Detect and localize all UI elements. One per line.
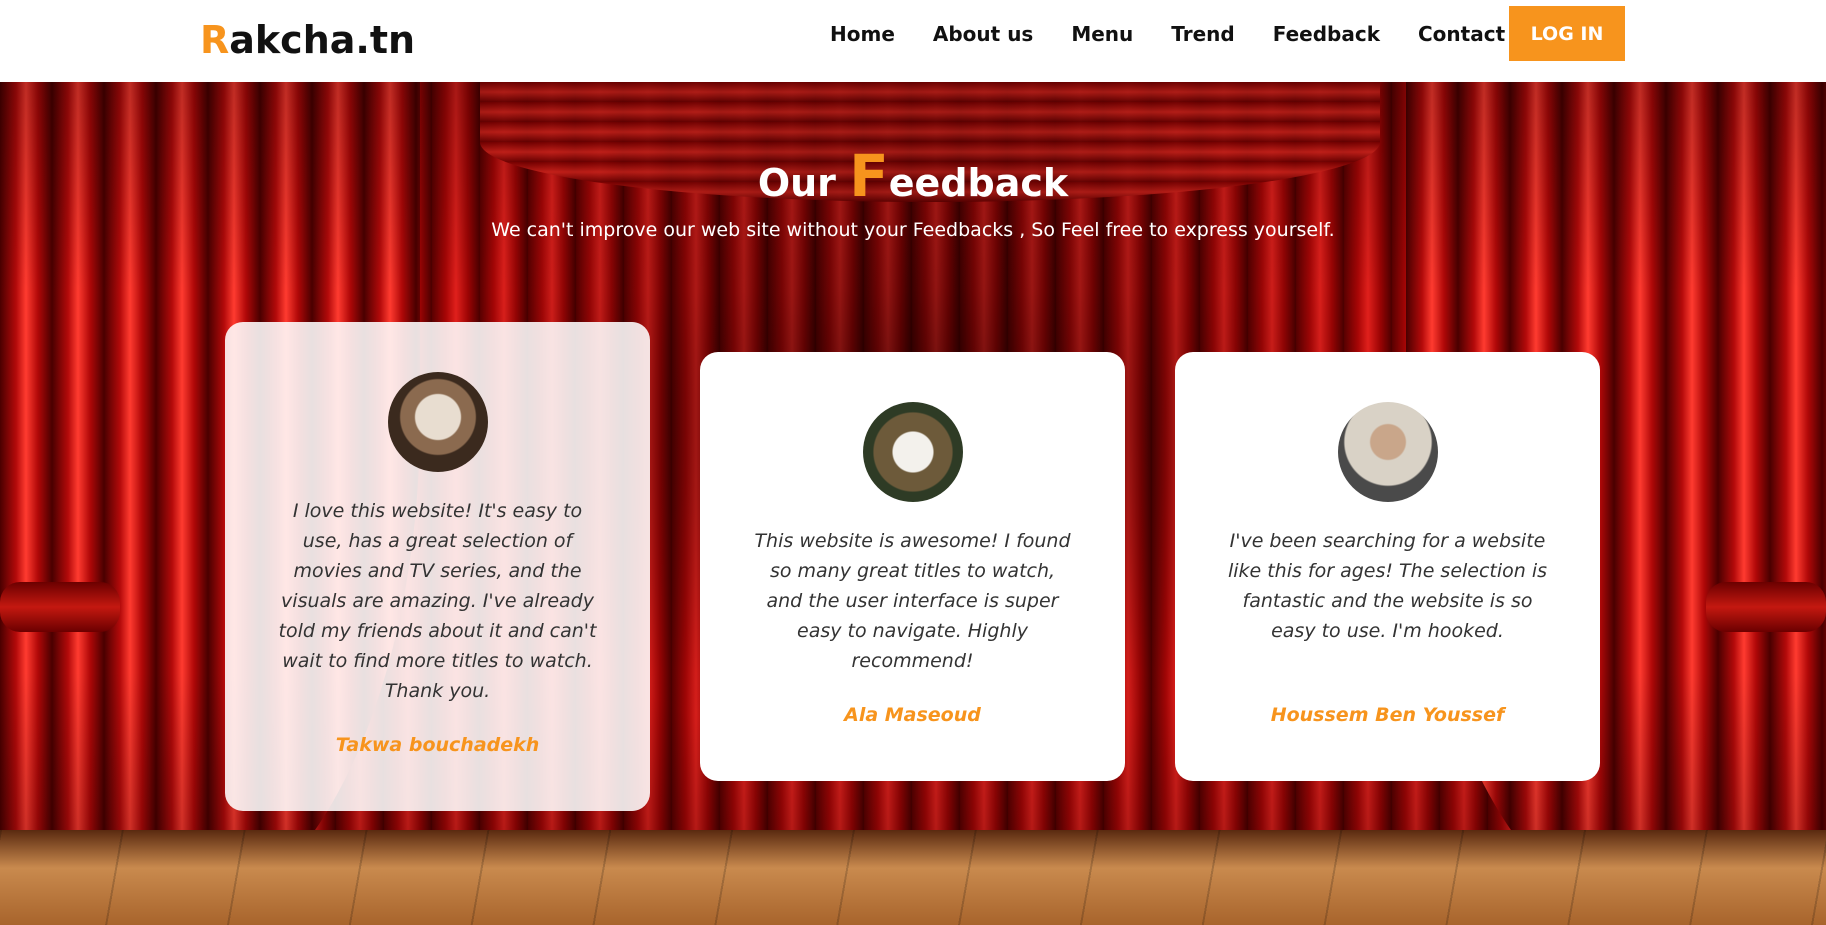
nav-link-feedback[interactable]: Feedback: [1273, 20, 1380, 48]
nav-links: Home About us Menu Trend Feedback Contac…: [830, 20, 1543, 48]
testimonial-author: Ala Maseoud: [844, 704, 981, 726]
testimonial-card: I love this website! It's easy to use, h…: [225, 322, 650, 811]
testimonial-card: This website is awesome! I found so many…: [700, 352, 1125, 781]
nav-link-about-us[interactable]: About us: [933, 20, 1033, 48]
testimonial-quote: This website is awesome! I found so many…: [754, 530, 1071, 672]
nav-link-menu[interactable]: Menu: [1071, 20, 1133, 48]
section-title-prefix: Our: [757, 161, 850, 205]
avatar: [1338, 402, 1438, 502]
testimonial-card: I've been searching for a website like t…: [1175, 352, 1600, 781]
testimonial-author: Takwa bouchadekh: [335, 734, 540, 756]
testimonial-quote: I love this website! It's easy to use, h…: [278, 500, 597, 702]
brand-logo-text: akcha.tn: [229, 18, 416, 62]
section-title: Our Feedback: [0, 142, 1826, 210]
section-title-rest: eedback: [888, 161, 1069, 205]
testimonial-author: Houssem Ben Youssef: [1270, 704, 1505, 726]
nav-link-home[interactable]: Home: [830, 20, 895, 48]
nav-link-trend[interactable]: Trend: [1171, 20, 1234, 48]
testimonial-quote: I've been searching for a website like t…: [1227, 530, 1548, 642]
brand-logo-initial: R: [200, 18, 230, 62]
login-button[interactable]: LOG IN: [1509, 6, 1625, 61]
section-title-initial: F: [849, 142, 889, 210]
nav-link-contact[interactable]: Contact: [1418, 20, 1505, 48]
section-subtitle: We can't improve our web site without yo…: [491, 219, 1335, 241]
avatar: [388, 372, 488, 472]
avatar: [863, 402, 963, 502]
navbar: Rakcha.tn Home About us Menu Trend Feedb…: [0, 0, 1826, 82]
stage-floor: [0, 830, 1826, 925]
brand-logo[interactable]: Rakcha.tn: [200, 18, 415, 62]
